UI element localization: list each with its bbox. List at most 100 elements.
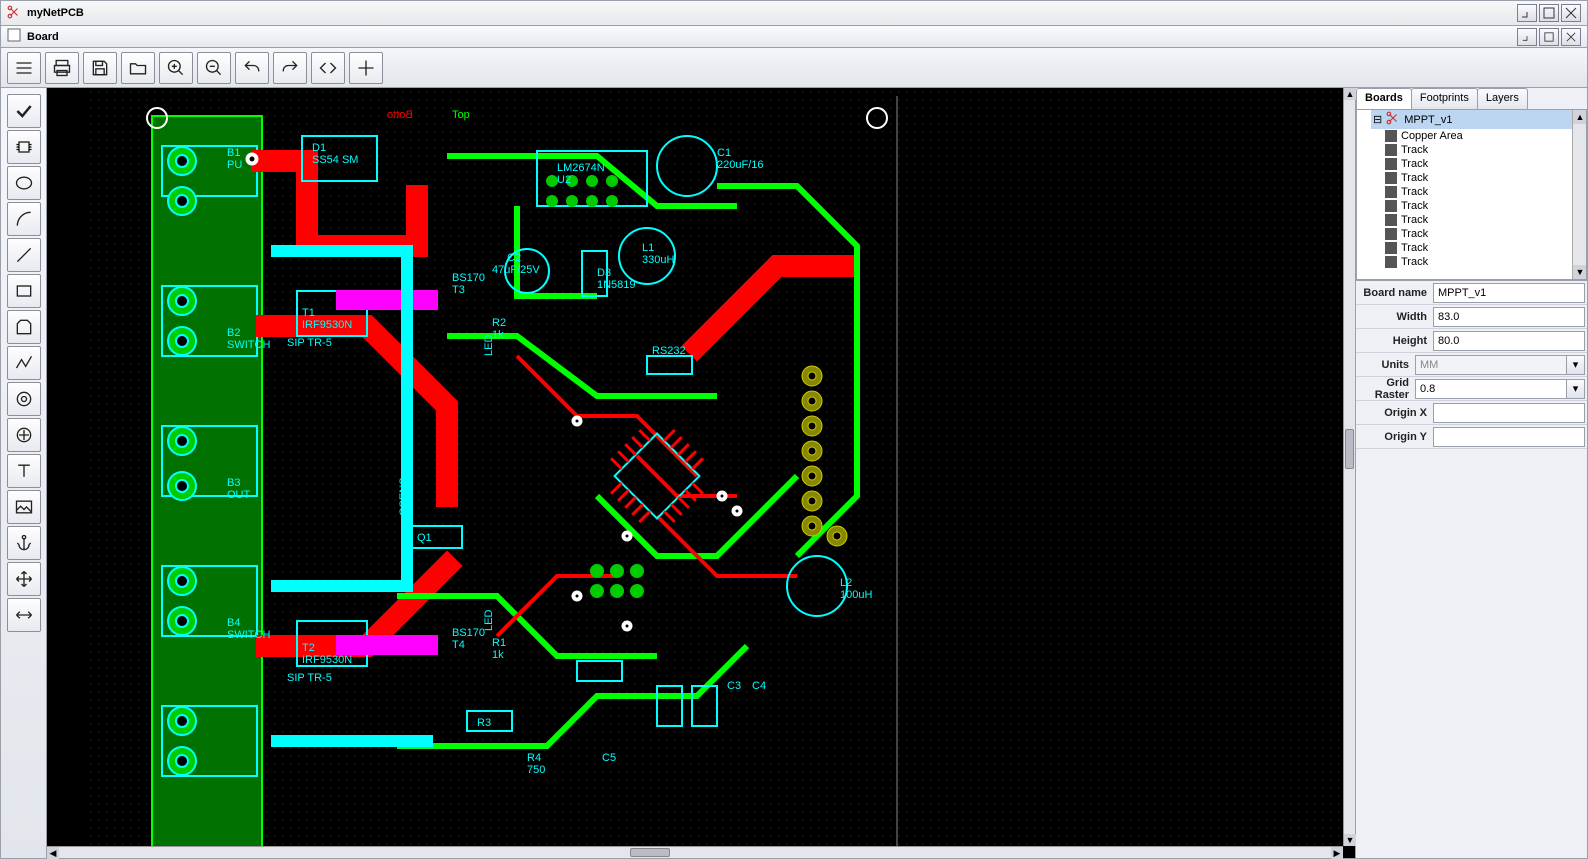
svg-text:C4: C4 bbox=[752, 680, 766, 692]
svg-text:L2: L2 bbox=[840, 577, 852, 589]
via-tool[interactable] bbox=[7, 382, 41, 416]
component-tool[interactable] bbox=[7, 130, 41, 164]
horizontal-scrollbar[interactable]: ◀ ▶ bbox=[47, 846, 1343, 858]
object-tree[interactable]: ⊟ MPPT_v1 Copper AreaTrackTrackTrackTrac… bbox=[1356, 110, 1587, 280]
svg-text:L1: L1 bbox=[642, 242, 654, 254]
text-tool[interactable] bbox=[7, 454, 41, 488]
tree-item-label: Track bbox=[1401, 214, 1428, 226]
svg-text:C1: C1 bbox=[717, 147, 731, 159]
svg-text:B2: B2 bbox=[227, 327, 240, 339]
tree-item[interactable]: Track bbox=[1385, 157, 1586, 171]
app-title: myNetPCB bbox=[27, 7, 84, 19]
image-tool[interactable] bbox=[7, 490, 41, 524]
tree-item-label: Track bbox=[1401, 242, 1428, 254]
tree-item[interactable]: Track bbox=[1385, 199, 1586, 213]
width-input[interactable] bbox=[1433, 307, 1585, 327]
code-button[interactable] bbox=[311, 52, 345, 84]
rect-tool[interactable] bbox=[7, 274, 41, 308]
save-button[interactable] bbox=[83, 52, 117, 84]
tree-item[interactable]: Track bbox=[1385, 255, 1586, 269]
svg-text:SIP TR-5: SIP TR-5 bbox=[287, 672, 332, 684]
layer-icon bbox=[1385, 214, 1397, 226]
open-button[interactable] bbox=[121, 52, 155, 84]
tree-item[interactable]: Track bbox=[1385, 185, 1586, 199]
select-tool[interactable] bbox=[7, 94, 41, 128]
tree-item[interactable]: Track bbox=[1385, 143, 1586, 157]
expand-icon[interactable]: ⊟ bbox=[1373, 113, 1382, 126]
scroll-down-icon[interactable]: ▼ bbox=[1573, 265, 1587, 279]
tree-root[interactable]: ⊟ MPPT_v1 bbox=[1371, 110, 1586, 129]
height-input[interactable] bbox=[1433, 331, 1585, 351]
units-select[interactable] bbox=[1415, 355, 1567, 375]
line-tool[interactable] bbox=[7, 238, 41, 272]
grid-select[interactable] bbox=[1415, 379, 1567, 399]
minimize-button[interactable] bbox=[1517, 4, 1537, 22]
height-label: Height bbox=[1356, 335, 1433, 347]
chevron-down-icon[interactable]: ▾ bbox=[1567, 379, 1585, 399]
scroll-down-icon[interactable]: ▼ bbox=[1344, 834, 1356, 846]
svg-text:1k: 1k bbox=[492, 649, 504, 661]
sub-maximize-button[interactable] bbox=[1539, 28, 1559, 46]
ellipse-tool[interactable] bbox=[7, 166, 41, 200]
tree-item[interactable]: Copper Area bbox=[1385, 129, 1586, 143]
svg-text:1N5819: 1N5819 bbox=[597, 279, 636, 291]
svg-text:R4: R4 bbox=[527, 752, 541, 764]
svg-text:IRF9530N: IRF9530N bbox=[302, 319, 352, 331]
tab-boards[interactable]: Boards bbox=[1356, 88, 1412, 109]
tree-item[interactable]: Track bbox=[1385, 171, 1586, 185]
anchor-tool[interactable] bbox=[7, 526, 41, 560]
svg-text:SIP TR-5: SIP TR-5 bbox=[287, 337, 332, 349]
width-label: Width bbox=[1356, 311, 1433, 323]
hole-tool[interactable] bbox=[7, 418, 41, 452]
scissors-icon bbox=[1386, 111, 1400, 128]
svg-text:B4: B4 bbox=[227, 617, 240, 629]
tab-layers[interactable]: Layers bbox=[1477, 88, 1528, 109]
tree-item[interactable]: Track bbox=[1385, 227, 1586, 241]
scroll-up-icon[interactable]: ▲ bbox=[1573, 110, 1587, 124]
scroll-left-icon[interactable]: ◀ bbox=[47, 847, 59, 859]
properties-panel: Board name Width Height Units ▾ Grid Ras… bbox=[1356, 280, 1587, 449]
svg-text:OUT: OUT bbox=[227, 489, 251, 501]
tree-item-label: Track bbox=[1401, 256, 1428, 268]
originy-input[interactable] bbox=[1433, 427, 1585, 447]
zoom-out-button[interactable] bbox=[197, 52, 231, 84]
scroll-up-icon[interactable]: ▲ bbox=[1344, 88, 1356, 100]
track-tool[interactable] bbox=[7, 346, 41, 380]
tab-footprints[interactable]: Footprints bbox=[1411, 88, 1478, 109]
tree-item-label: Track bbox=[1401, 158, 1428, 170]
sub-close-button[interactable] bbox=[1561, 28, 1581, 46]
layer-icon bbox=[1385, 144, 1397, 156]
arc-tool[interactable] bbox=[7, 202, 41, 236]
tree-scrollbar[interactable]: ▲ ▼ bbox=[1572, 110, 1586, 279]
svg-text:LM2674N: LM2674N bbox=[557, 162, 605, 174]
print-button[interactable] bbox=[45, 52, 79, 84]
scroll-right-icon[interactable]: ▶ bbox=[1331, 847, 1343, 859]
sub-minimize-button[interactable] bbox=[1517, 28, 1537, 46]
vertical-scrollbar[interactable]: ▲ ▼ bbox=[1343, 88, 1355, 846]
board-name-input[interactable] bbox=[1433, 283, 1585, 303]
menu-button[interactable] bbox=[7, 52, 41, 84]
origin-button[interactable] bbox=[349, 52, 383, 84]
undo-button[interactable] bbox=[235, 52, 269, 84]
close-button[interactable] bbox=[1561, 4, 1581, 22]
outline-tool[interactable] bbox=[7, 310, 41, 344]
zoom-in-button[interactable] bbox=[159, 52, 193, 84]
tree-item[interactable]: Track bbox=[1385, 241, 1586, 255]
move-tool[interactable] bbox=[7, 562, 41, 596]
svg-text:SS54 SM: SS54 SM bbox=[312, 154, 358, 166]
measure-tool[interactable] bbox=[7, 598, 41, 632]
subwindow-title: Board bbox=[27, 31, 59, 43]
svg-text:C5: C5 bbox=[602, 752, 616, 764]
pcb-canvas[interactable]: D1 SS54 SM LM2674N U2 C1 220uF/16 L1 330… bbox=[47, 88, 1355, 858]
scroll-thumb[interactable] bbox=[1345, 429, 1354, 469]
svg-text:T1: T1 bbox=[302, 307, 315, 319]
scroll-thumb[interactable] bbox=[630, 848, 670, 857]
pcb-board: D1 SS54 SM LM2674N U2 C1 220uF/16 L1 330… bbox=[97, 96, 907, 846]
redo-button[interactable] bbox=[273, 52, 307, 84]
tree-item[interactable]: Track bbox=[1385, 213, 1586, 227]
originx-input[interactable] bbox=[1433, 403, 1585, 423]
svg-text:SWITCH: SWITCH bbox=[227, 629, 270, 641]
svg-text:IRF9530N: IRF9530N bbox=[302, 654, 352, 666]
chevron-down-icon[interactable]: ▾ bbox=[1567, 355, 1585, 375]
maximize-button[interactable] bbox=[1539, 4, 1559, 22]
